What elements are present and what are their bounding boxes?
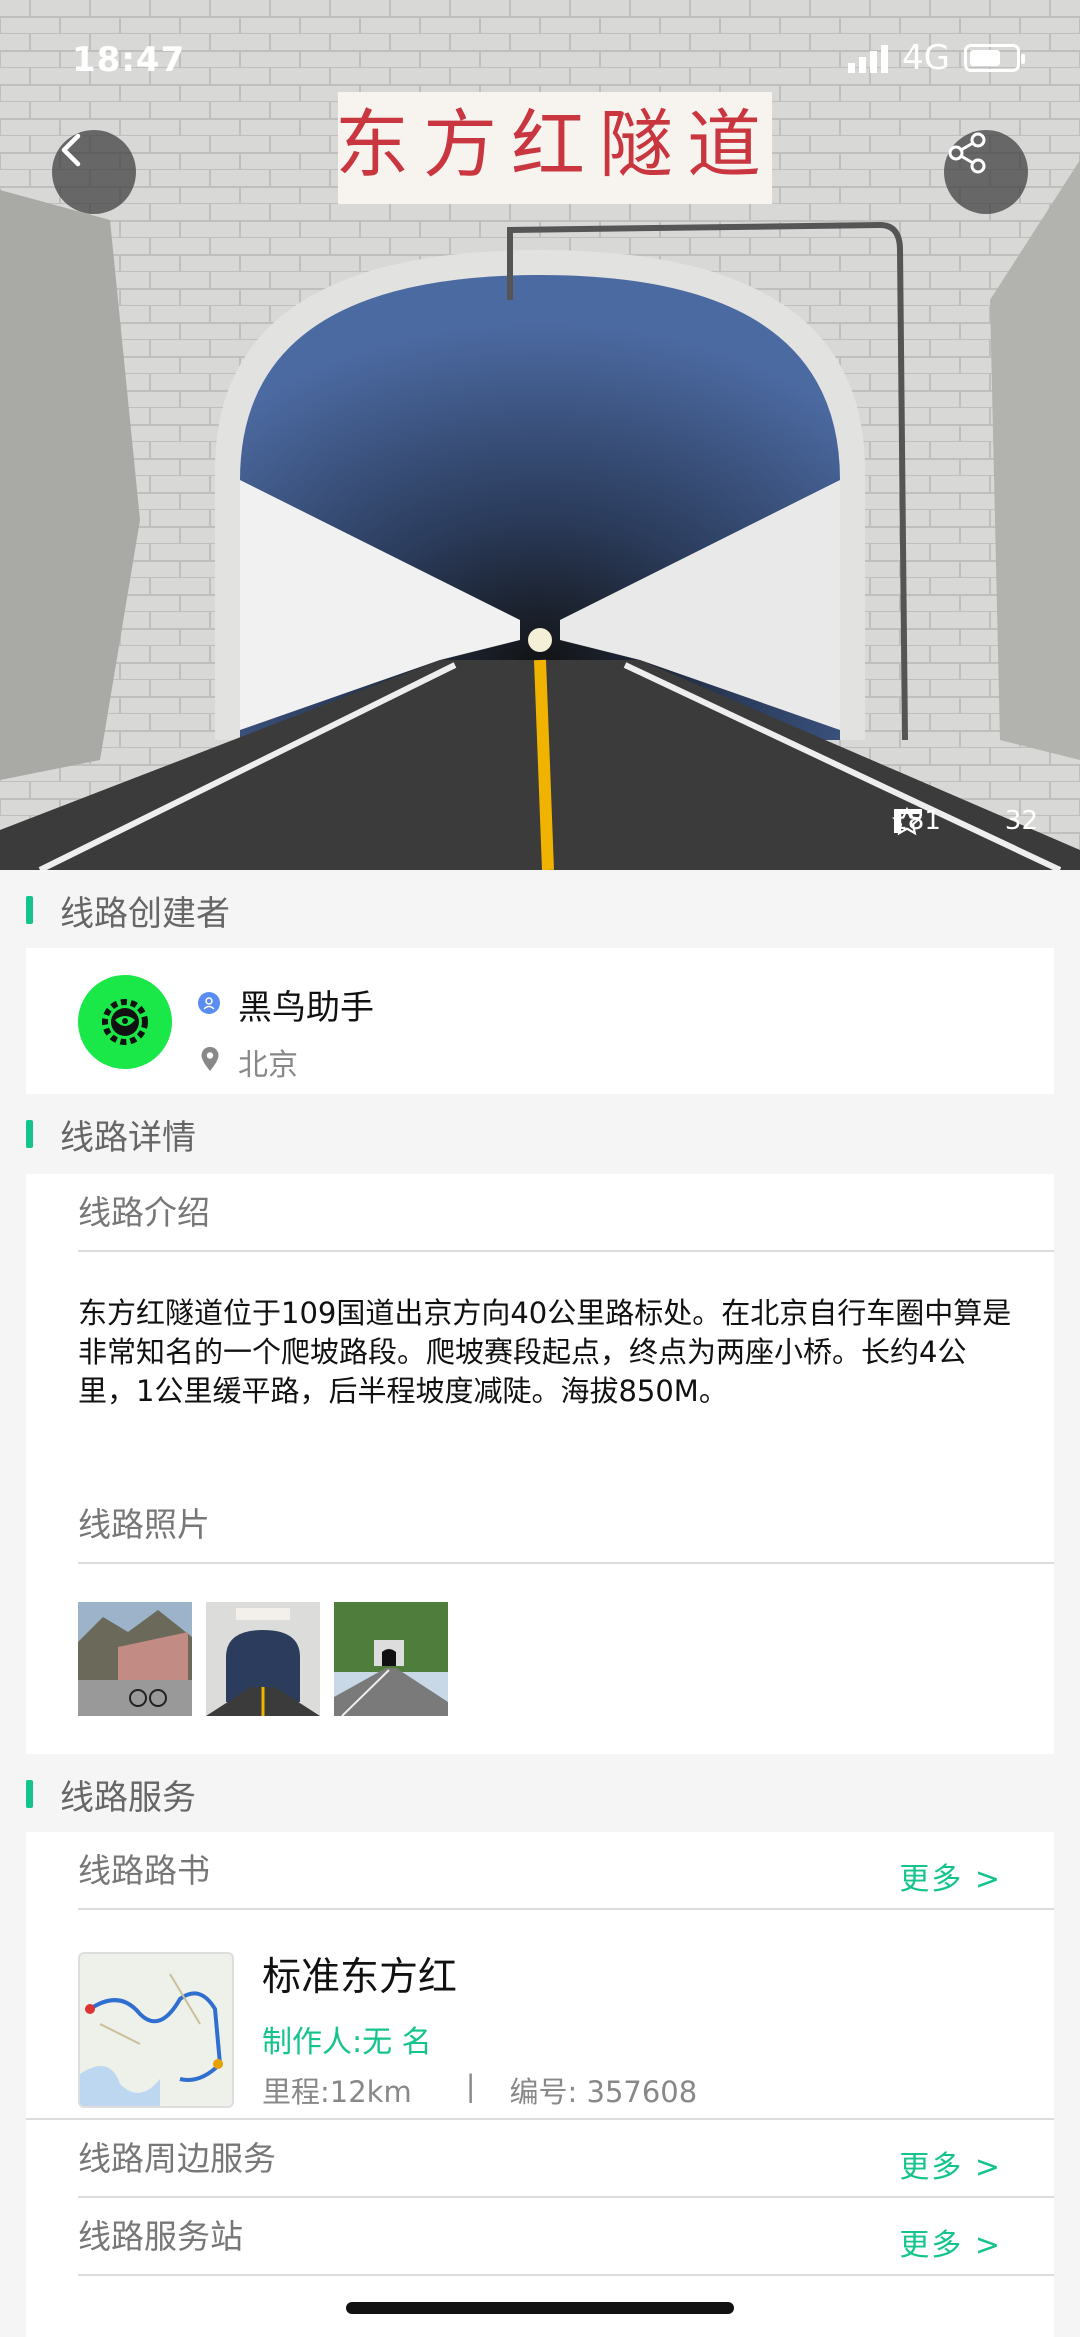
person-icon: [198, 992, 220, 1014]
route-photo-2[interactable]: [206, 1602, 320, 1716]
photos-title: 线路照片: [78, 1505, 210, 1544]
photos-header: 线路照片: [78, 1486, 1054, 1564]
intro-header: 线路介绍: [78, 1174, 1054, 1252]
details-section-title: 线路详情: [60, 1117, 196, 1158]
section-marker: [26, 1120, 33, 1148]
signal-icon: [848, 43, 889, 73]
meta-separator: |: [465, 2069, 476, 2103]
location-pin-icon: [201, 1047, 219, 1071]
services-section-title: 线路服务: [60, 1777, 196, 1818]
nearby-services-title: 线路周边服务: [78, 2139, 276, 2178]
network-type: 4G: [902, 38, 950, 78]
creator-section-header: 线路创建者: [0, 870, 1080, 950]
services-section-header: 线路服务: [0, 1754, 1080, 1834]
stations-more-link[interactable]: 更多 >: [899, 2220, 1002, 2264]
route-photo-1[interactable]: [78, 1602, 192, 1716]
hero-image: 东方红隧道 18:47 4G 181 32: [0, 0, 1080, 870]
intro-title: 线路介绍: [78, 1193, 210, 1232]
status-bar: 18:47 4G: [0, 0, 1080, 110]
share-icon: [948, 132, 986, 174]
back-button[interactable]: [52, 130, 136, 214]
creator-location: 北京: [238, 1048, 298, 1083]
roadbook-number: 编号: 357608: [509, 2075, 698, 2109]
creator-name[interactable]: 黑鸟助手: [238, 980, 374, 1029]
creator-card[interactable]: 黑鸟助手 北京: [26, 948, 1054, 1094]
roadbook-meta: 里程:12km | 编号: 357608: [262, 2069, 697, 2111]
battery-icon: [964, 44, 1025, 72]
services-card: 线路路书 更多 > 标准东方红 制作人:无 名 里程:12km | 编号: 35…: [26, 1832, 1054, 2337]
tunnel-sign: 东方红隧道: [335, 102, 775, 188]
share-button[interactable]: [944, 130, 1028, 214]
comment-count: 32: [1004, 806, 1038, 836]
status-time: 18:47: [72, 40, 186, 80]
section-marker: [26, 1780, 33, 1808]
home-indicator: [346, 2302, 734, 2314]
details-card: 线路介绍 东方红隧道位于109国道出京方向40公里路标处。在北京自行车圈中算是非…: [26, 1174, 1054, 1754]
back-icon: [61, 133, 81, 167]
roadbook-distance: 里程:12km: [262, 2075, 412, 2109]
photo-gallery: [78, 1602, 448, 1716]
creator-avatar[interactable]: [78, 975, 172, 1069]
tunnel-photo: 东方红隧道: [0, 0, 1080, 870]
hero-stats: 181 32: [891, 806, 1038, 836]
route-photo-3[interactable]: [334, 1602, 448, 1716]
section-marker: [26, 896, 33, 924]
roadbook-maker: 制作人:无 名: [262, 2025, 432, 2060]
roadbook-name[interactable]: 标准东方红: [262, 1946, 457, 2002]
route-description: 东方红隧道位于109国道出京方向40公里路标处。在北京自行车圈中算是非常知名的一…: [78, 1296, 1012, 1408]
comment-icon[interactable]: [891, 806, 925, 836]
creator-logo-icon: [102, 999, 148, 1045]
details-section-header: 线路详情: [0, 1094, 1080, 1174]
roadbook-title: 线路路书: [78, 1851, 210, 1890]
service-stations-title: 线路服务站: [78, 2217, 243, 2256]
roadbook-more-link[interactable]: 更多 >: [899, 1854, 1002, 1898]
nearby-more-link[interactable]: 更多 >: [899, 2142, 1002, 2186]
creator-section-title: 线路创建者: [60, 893, 230, 934]
roadbook-map-thumbnail[interactable]: [78, 1952, 234, 2108]
